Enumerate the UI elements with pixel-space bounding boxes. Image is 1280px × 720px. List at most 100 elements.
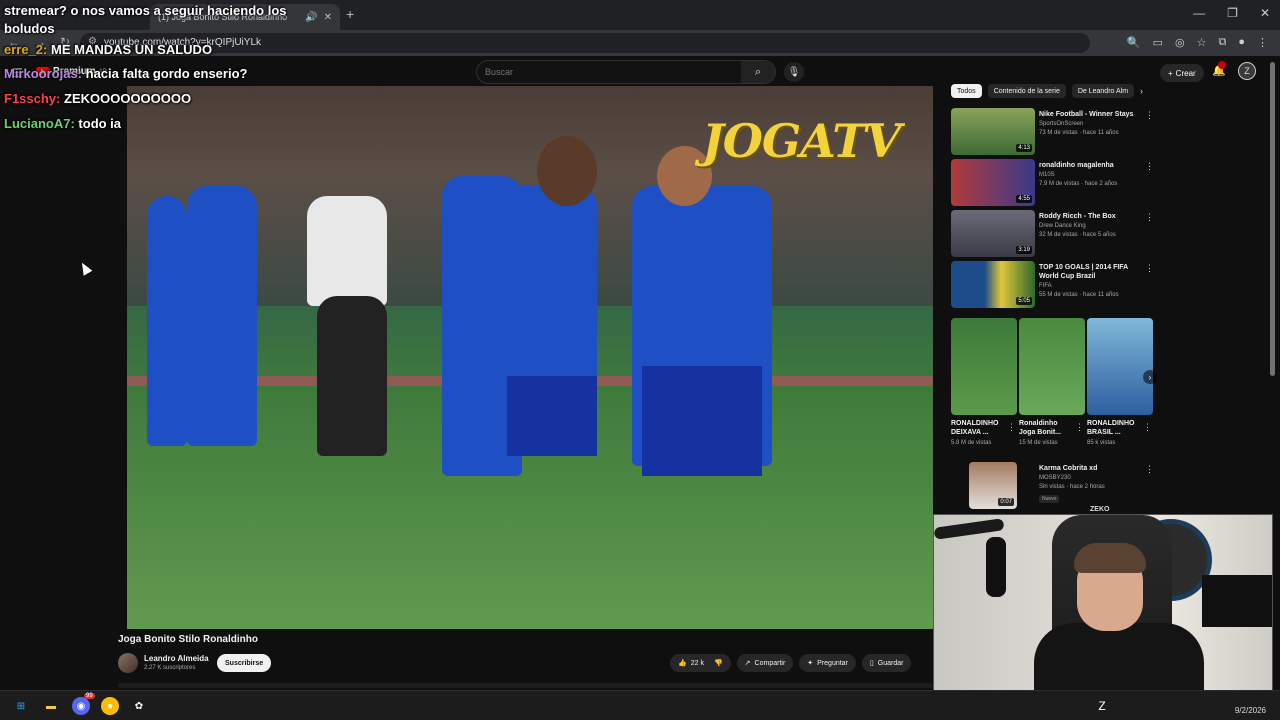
chrome-icon[interactable]: ● <box>101 697 119 715</box>
extensions-icon[interactable]: ⧉ <box>1218 36 1226 49</box>
recommendation-item[interactable]: 4:55 ronaldinho magalenha M10S 7.9 M de … <box>951 159 1161 207</box>
chat-message: Mirkoorojas: hacia falta gordo enserio? <box>4 65 304 83</box>
rec-meta: 32 M de vistas · hace 5 años <box>1039 232 1116 238</box>
rec-channel[interactable]: Drew Dance King <box>1039 223 1086 229</box>
short-thumbnail[interactable] <box>1019 318 1085 415</box>
more-options-icon[interactable]: ⋮ <box>1143 422 1152 433</box>
voice-search-icon[interactable]: 🎙 <box>784 62 804 82</box>
close-tab-icon[interactable]: ✕ <box>324 12 332 23</box>
recommendation-item[interactable]: 5:05 TOP 10 GOALS | 2014 FIFA World Cup … <box>951 261 1161 309</box>
rec-channel[interactable]: SportsOnScreen <box>1039 121 1083 127</box>
short-thumbnail[interactable] <box>951 318 1017 415</box>
new-badge: Nuevo <box>1039 495 1060 503</box>
page-scrollbar[interactable] <box>1270 62 1275 376</box>
more-options-icon[interactable]: ⋮ <box>1145 212 1154 223</box>
video-figure <box>147 196 187 446</box>
chip-series[interactable]: Contenido de la serie <box>987 84 1066 98</box>
app-tray-icon[interactable]: Z <box>1093 697 1111 715</box>
short-title[interactable]: Ronaldinho Joga Bonit... <box>1019 419 1073 437</box>
recommendation-item[interactable]: 0:07 Karma Cobrita xd MOSBY230 Sin vista… <box>951 462 1161 510</box>
video-thumbnail[interactable]: 4:55 <box>951 159 1035 206</box>
chat-message: LucianoA7: todo ia <box>4 115 304 133</box>
short-title[interactable]: RONALDINHO DEIXAVA ... <box>951 419 1005 437</box>
system-tray[interactable]: 9/2/2026 <box>1235 695 1266 716</box>
video-thumbnail[interactable]: 4:13 <box>951 108 1035 155</box>
create-button[interactable]: + Crear <box>1160 64 1204 82</box>
rec-title[interactable]: Roddy Ricch - The Box <box>1039 212 1144 221</box>
app-icon[interactable]: ✿ <box>130 697 148 715</box>
new-tab-button[interactable]: + <box>346 6 354 22</box>
cast-icon[interactable]: ▭ <box>1153 36 1163 49</box>
file-explorer-icon[interactable]: ▬ <box>42 697 60 715</box>
chip-all[interactable]: Todos <box>951 84 982 98</box>
thumbs-down-icon[interactable]: 👎 <box>714 659 723 667</box>
shelf-next-icon[interactable]: › <box>1143 370 1157 384</box>
video-title: Joga Bonito Stilo Ronaldinho <box>118 634 258 645</box>
more-options-icon[interactable]: ⋮ <box>1007 422 1016 433</box>
short-item[interactable]: RONALDINHO DEIXAVA ... 5.8 M de vistas ⋮ <box>951 318 1017 446</box>
ask-button[interactable]: ✦ Preguntar <box>799 654 856 672</box>
rec-channel[interactable]: M10S <box>1039 172 1055 178</box>
rec-title[interactable]: ronaldinho magalenha <box>1039 161 1144 170</box>
more-options-icon[interactable]: ⋮ <box>1075 422 1084 433</box>
more-options-icon[interactable]: ⋮ <box>1145 110 1154 121</box>
share-button[interactable]: ↗ Compartir <box>736 654 794 672</box>
bookmark-star-icon[interactable]: ☆ <box>1197 36 1207 49</box>
search-input[interactable] <box>477 67 741 77</box>
windows-start-icon[interactable]: ⊞ <box>12 697 30 715</box>
channel-name[interactable]: Leandro Almeida <box>144 654 209 663</box>
discord-icon[interactable]: ◉ <box>72 697 90 715</box>
video-thumbnail[interactable]: 3:19 <box>951 210 1035 257</box>
chat-text: stremear? o nos vamos a seguir haciendo … <box>4 3 287 36</box>
restore-icon[interactable]: ❐ <box>1227 6 1238 20</box>
notification-dot <box>1218 61 1226 69</box>
rec-title[interactable]: Nike Football - Winner Stays <box>1039 110 1144 119</box>
minimize-icon[interactable]: — <box>1193 6 1205 20</box>
browser-toolbar-icons: 🔍 ▭ ◎ ☆ ⧉ ● ⋮ <box>1127 36 1268 49</box>
chevron-right-icon[interactable]: › <box>1140 86 1143 96</box>
short-views: 15 M de vistas <box>1019 440 1058 446</box>
zoom-icon[interactable]: 🔍 <box>1127 36 1141 49</box>
more-options-icon[interactable]: ⋮ <box>1145 161 1154 172</box>
search-icon[interactable]: ⌕ <box>741 61 775 83</box>
search-box: ⌕ <box>476 60 776 84</box>
video-player[interactable]: JOGATV <box>127 86 933 629</box>
chip-channel[interactable]: De Leandro Alm <box>1071 84 1135 98</box>
taskbar: ⊞ ▬ ◉ 99 ● ✿ Z 9/2/2026 <box>0 690 1280 720</box>
recommendation-item[interactable]: 4:13 Nike Football - Winner Stays Sports… <box>951 108 1161 156</box>
chat-user: erre_2: <box>4 42 48 57</box>
video-actions: 👍 22 k 👎 ↗ Compartir ✦ Preguntar ▯ Guard… <box>670 654 912 672</box>
filter-chips: Todos Contenido de la serie De Leandro A… <box>951 84 1143 98</box>
save-button[interactable]: ▯ Guardar <box>861 654 912 672</box>
short-title[interactable]: RONALDINHO BRASIL ... <box>1087 419 1141 437</box>
ask-label: Preguntar <box>817 659 848 667</box>
video-thumbnail[interactable]: 5:05 <box>951 261 1035 308</box>
rec-title[interactable]: Karma Cobrita xd <box>1039 464 1144 473</box>
close-window-icon[interactable]: ✕ <box>1260 6 1270 20</box>
description-box-edge[interactable] <box>118 683 933 688</box>
short-thumbnail[interactable] <box>1087 318 1153 415</box>
video-figure <box>307 196 387 306</box>
channel-avatar[interactable] <box>118 653 138 673</box>
microphone <box>986 537 1006 597</box>
rec-title[interactable]: TOP 10 GOALS | 2014 FIFA World Cup Brazi… <box>1039 263 1144 281</box>
like-button[interactable]: 👍 22 k 👎 <box>670 654 731 672</box>
subscribe-button[interactable]: Suscribirse <box>217 654 272 672</box>
recommendation-item[interactable]: 3:19 Roddy Ricch - The Box Drew Dance Ki… <box>951 210 1161 258</box>
duration-badge: 5:05 <box>1016 297 1032 305</box>
discord-badge: 99 <box>84 693 95 699</box>
tray-date: 9/2/2026 <box>1234 706 1266 715</box>
short-item[interactable]: RONALDINHO BRASIL ... 85 k vistas ⋮ <box>1087 318 1153 446</box>
rec-channel[interactable]: MOSBY230 <box>1039 475 1071 481</box>
rec-channel[interactable]: FIFA <box>1039 283 1052 289</box>
more-options-icon[interactable]: ⋮ <box>1145 464 1154 475</box>
account-avatar[interactable]: Z <box>1238 62 1256 80</box>
profile-icon[interactable]: ● <box>1238 36 1245 49</box>
eye-off-icon[interactable]: ◎ <box>1175 36 1185 49</box>
short-item[interactable]: Ronaldinho Joga Bonit... 15 M de vistas … <box>1019 318 1085 446</box>
speaker-icon[interactable]: 🔊 <box>305 12 317 23</box>
menu-icon[interactable]: ⋮ <box>1257 36 1268 49</box>
video-thumbnail[interactable]: 0:07 <box>969 462 1017 509</box>
notifications-bell-icon[interactable]: 🔔 <box>1212 61 1226 77</box>
more-options-icon[interactable]: ⋮ <box>1145 263 1154 274</box>
